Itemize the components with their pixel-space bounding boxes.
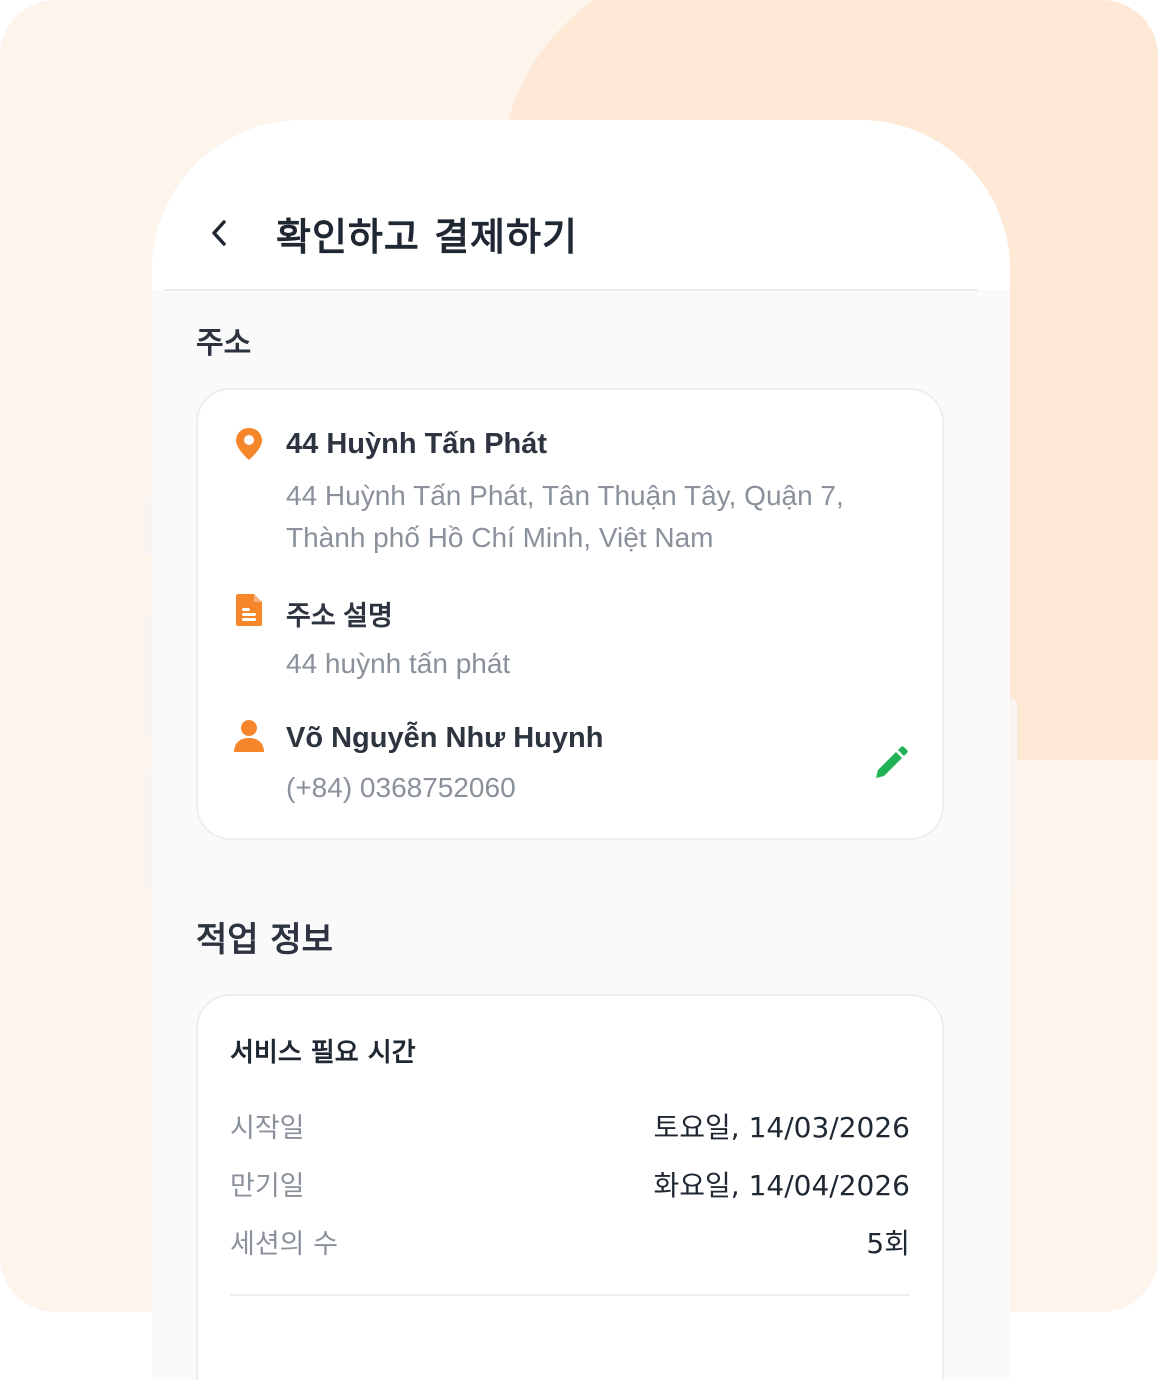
job-card-divider <box>230 1294 910 1296</box>
session-count-label: 세션의 수 <box>230 1229 338 1260</box>
page-title: 확인하고 결제하기 <box>276 215 578 259</box>
phone-screen: 확인하고 결제하기 주소 44 Huỳnh Tấn Phát 44 Huỳnh … <box>152 120 1010 1380</box>
address-line-1: 44 Huỳnh Tấn Phát, Tân Thuận Tây, Quận 7… <box>286 480 844 511</box>
end-date-value: 화요일, 14/04/2026 <box>653 1169 910 1202</box>
description-label: 주소 설명 <box>286 601 393 631</box>
contact-phone: (+84) 0368752060 <box>286 772 516 803</box>
address-section-title: 주소 <box>196 326 252 361</box>
job-info-card: 서비스 필요 시간 시작일 토요일, 14/03/2026 만기일 화요일, 1… <box>196 994 944 1380</box>
header-divider <box>164 289 978 291</box>
session-count-value: 5회 <box>866 1227 910 1260</box>
person-icon <box>234 720 264 752</box>
end-date-label: 만기일 <box>230 1171 305 1202</box>
service-time-title: 서비스 필요 시간 <box>230 1038 416 1068</box>
map-pin-icon <box>236 428 262 460</box>
app-header: 확인하고 결제하기 <box>152 120 1010 291</box>
phone-side-button <box>1009 700 1017 890</box>
job-section-title: 적업 정보 <box>196 920 333 960</box>
chevron-left-icon[interactable] <box>208 216 232 250</box>
start-date-value: 토요일, 14/03/2026 <box>653 1111 910 1144</box>
start-date-label: 시작일 <box>230 1113 305 1144</box>
address-line-2: Thành phố Hồ Chí Minh, Việt Nam <box>286 522 714 553</box>
address-card: 44 Huỳnh Tấn Phát 44 Huỳnh Tấn Phát, Tân… <box>196 388 944 840</box>
pencil-icon[interactable] <box>870 744 910 784</box>
description-value: 44 huỳnh tấn phát <box>286 648 511 679</box>
contact-name: Võ Nguyễn Như Huynh <box>286 722 604 754</box>
document-icon <box>236 594 262 626</box>
location-name: 44 Huỳnh Tấn Phát <box>286 428 548 460</box>
